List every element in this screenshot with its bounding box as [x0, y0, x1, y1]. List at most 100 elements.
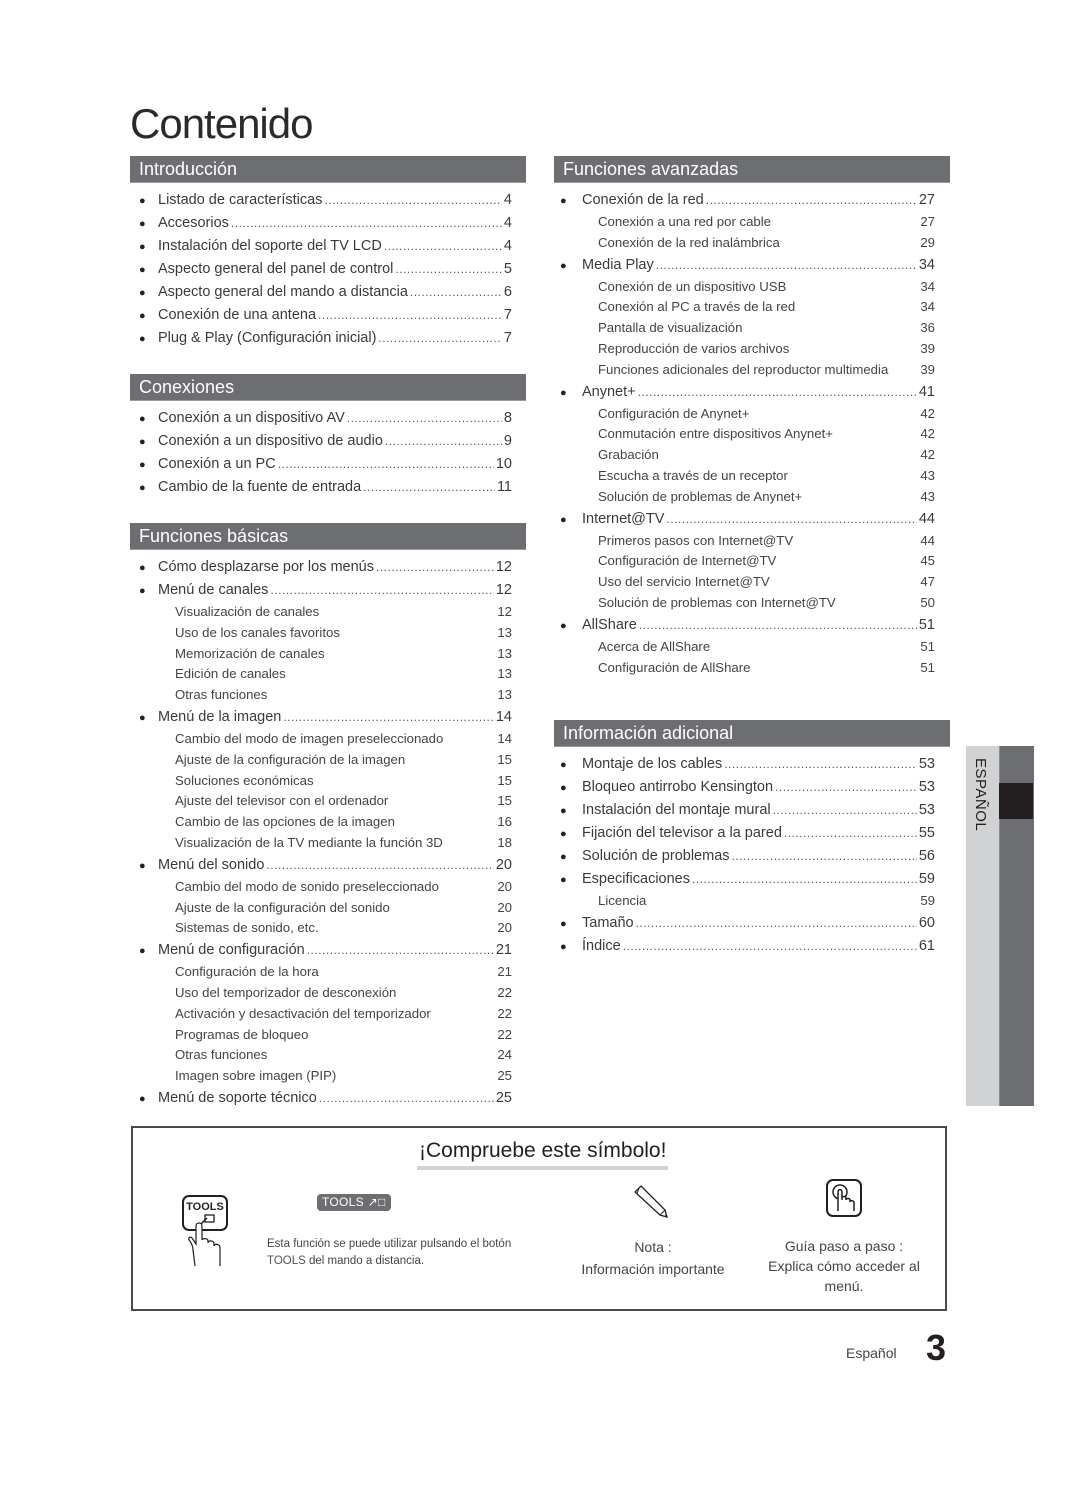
- toc-entry[interactable]: ● Instalación del montaje mural 53: [554, 799, 935, 822]
- toc-entry-label: Accesorios: [158, 215, 229, 231]
- toc-subentry[interactable]: Escucha a través de un receptor 43: [554, 466, 935, 487]
- toc-subentry[interactable]: Solución de problemas de Anynet+ 43: [554, 487, 935, 508]
- toc-subentry-label: Escucha a través de un receptor: [598, 467, 788, 483]
- toc-entry[interactable]: ● AllShare 51: [554, 614, 935, 637]
- toc-entry-label: Conexión a un PC: [158, 456, 276, 472]
- toc-subentry[interactable]: Configuración de la hora 21: [130, 962, 512, 983]
- toc-subentry[interactable]: Otras funciones 24: [130, 1045, 512, 1066]
- toc-entry-page: 25: [495, 1089, 512, 1106]
- toc-entry[interactable]: ● Menú de canales 12: [130, 579, 512, 602]
- bullet-icon: ●: [139, 310, 146, 322]
- toc-subentry[interactable]: Soluciones económicas 15: [130, 771, 512, 792]
- dot-leader: [732, 845, 917, 868]
- toc-subentry[interactable]: Grabación 42: [554, 445, 935, 466]
- toc-entry[interactable]: ● Cambio de la fuente de entrada 11: [130, 476, 512, 499]
- toc-entry[interactable]: ● Plug & Play (Configuración inicial) 7: [130, 327, 512, 350]
- toc-subentry[interactable]: Ajuste de la configuración de la imagen 1…: [130, 750, 512, 771]
- toc-entry[interactable]: ● Aspecto general del panel de control 5: [130, 258, 512, 281]
- toc-subentry[interactable]: Configuración de Anynet+ 42: [554, 404, 935, 425]
- toc-section-funciones-avanzadas: Funciones avanzadas ● Conexión de la red 2…: [554, 156, 950, 678]
- dot-leader: [773, 799, 917, 822]
- toc-subentry[interactable]: Otras funciones 13: [130, 685, 512, 706]
- toc-subentry[interactable]: Conexión de un dispositivo USB 34: [554, 277, 935, 298]
- toc-entry-label: Conexión de una antena: [158, 307, 317, 323]
- toc-entry-label: Fijación del televisor a la pared: [582, 825, 782, 841]
- toc-subentry[interactable]: Cambio del modo de imagen preseleccionad…: [130, 729, 512, 750]
- toc-subentry-label: Otras funciones: [175, 1047, 268, 1063]
- toc-subentry[interactable]: Reproducción de varios archivos 39: [554, 339, 935, 360]
- toc-subentry[interactable]: Ajuste de la configuración del sonido 20: [130, 898, 512, 919]
- toc-subentry[interactable]: Pantalla de visualización 36: [554, 318, 935, 339]
- toc-entry-page: 20: [495, 856, 512, 873]
- toc-subentry-label: Edición de canales: [175, 666, 286, 682]
- toc-subentry[interactable]: Solución de problemas con Internet@TV 50: [554, 593, 935, 614]
- bullet-icon: ●: [560, 782, 567, 794]
- toc-entry[interactable]: ● Listado de características 4: [130, 189, 512, 212]
- dot-leader: [692, 868, 917, 891]
- toc-subentry[interactable]: Primeros pasos con Internet@TV 44: [554, 531, 935, 552]
- toc-entry[interactable]: ● Menú del sonido 20: [130, 854, 512, 877]
- toc-entry[interactable]: ● Conexión a un dispositivo AV 8: [130, 407, 512, 430]
- toc-entry[interactable]: ● Especificaciones 59: [554, 868, 935, 891]
- toc-entry[interactable]: ● Montaje de los cables 53: [554, 753, 935, 776]
- toc-entry[interactable]: ● Conexión de la red 27: [554, 189, 935, 212]
- toc-subentry[interactable]: Cambio del modo de sonido preseleccionad…: [130, 877, 512, 898]
- toc-subentry[interactable]: Conexión de la red inalámbrica 29: [554, 233, 935, 254]
- toc-subentry-label: Licencia: [598, 893, 647, 908]
- toc-subentry-label: Conexión de un dispositivo USB: [598, 278, 787, 294]
- toc-entry-label: Aspecto general del panel de control: [158, 261, 394, 277]
- bullet-icon: ●: [560, 759, 567, 771]
- bullet-icon: ●: [560, 940, 567, 953]
- toc-entry[interactable]: ● Índice 61: [554, 935, 935, 958]
- toc-subentry[interactable]: Uso del servicio Internet@TV 47: [554, 572, 935, 593]
- toc-entry[interactable]: ● Bloqueo antirrobo Kensington 53: [554, 776, 935, 799]
- toc-subentry[interactable]: Uso del temporizador de desconexión 22: [130, 983, 512, 1004]
- toc-entry[interactable]: ● Internet@TV 44: [554, 508, 935, 531]
- toc-entry[interactable]: ● Tamaño 60: [554, 912, 935, 935]
- toc-entry[interactable]: ● Media Play 34: [554, 254, 935, 277]
- dot-leader: [656, 254, 917, 277]
- toc-subentry[interactable]: Acerca de AllShare 51: [554, 637, 935, 658]
- toc-subentry[interactable]: Conexión al PC a través de la red 34: [554, 297, 935, 318]
- toc-subentry-label: Otras funciones: [175, 687, 268, 703]
- toc-subentry[interactable]: Imagen sobre imagen (PIP) 25: [130, 1066, 512, 1087]
- toc-subentry[interactable]: Cambio de las opciones de la imagen 16: [130, 812, 512, 833]
- toc-entry[interactable]: ● Menú de la imagen 14: [130, 706, 512, 729]
- toc-entry[interactable]: ● Fijación del televisor a la pared 55: [554, 822, 935, 845]
- toc-subentry[interactable]: Conexión a una red por cable 27: [554, 212, 935, 233]
- tools-button-hand-icon: TOOLS: [182, 1195, 228, 1267]
- toc-subentry-label: Activación y desactivación del temporiza…: [175, 1005, 431, 1021]
- toc-entry[interactable]: ● Conexión de una antena 7: [130, 304, 512, 327]
- toc-entry[interactable]: ● Instalación del soporte del TV LCD 4: [130, 235, 512, 258]
- toc-entry[interactable]: ● Accesorios 4: [130, 212, 512, 235]
- toc-entry[interactable]: ● Anynet+ 41: [554, 381, 935, 404]
- toc-subentry[interactable]: Configuración de Internet@TV 45: [554, 551, 935, 572]
- toc-entry-label: Plug & Play (Configuración inicial): [158, 330, 377, 346]
- toc-entry-label: Cambio de la fuente de entrada: [158, 479, 362, 495]
- toc-entry[interactable]: ● Menú de configuración 21: [130, 939, 512, 962]
- toc-subentry-page: 13: [497, 645, 512, 661]
- toc-entry[interactable]: ● Conexión a un dispositivo de audio 9: [130, 430, 512, 453]
- toc-subentry[interactable]: Configuración de AllShare 51: [554, 658, 935, 679]
- toc-subentry[interactable]: Visualización de la TV mediante la funci…: [130, 833, 512, 854]
- bullet-icon: ●: [560, 805, 567, 817]
- toc-subentry[interactable]: Memorización de canales 13: [130, 644, 512, 665]
- toc-subentry[interactable]: Uso de los canales favoritos 13: [130, 623, 512, 644]
- toc-entry[interactable]: ● Cómo desplazarse por los menús 12: [130, 556, 512, 579]
- toc-entry-label: Tamaño: [582, 914, 634, 931]
- toc-subentry[interactable]: Programas de bloqueo 22: [130, 1025, 512, 1046]
- toc-subentry[interactable]: Activación y desactivación del temporiza…: [130, 1004, 512, 1025]
- toc-entry[interactable]: ● Conexión a un PC 10: [130, 453, 512, 476]
- toc-subentry[interactable]: Licencia 59: [554, 891, 935, 912]
- toc-subentry[interactable]: Conmutación entre dispositivos Anynet+ 42: [554, 424, 935, 445]
- toc-subentry[interactable]: Edición de canales 13: [130, 664, 512, 685]
- toc-subentry-label: Imagen sobre imagen (PIP): [175, 1068, 337, 1084]
- bullet-icon: ●: [560, 828, 567, 840]
- toc-entry[interactable]: ● Menú de soporte técnico 25: [130, 1087, 512, 1110]
- toc-subentry[interactable]: Funciones adicionales del reproductor mu…: [554, 360, 935, 381]
- toc-entry[interactable]: ● Solución de problemas 56: [554, 845, 935, 868]
- toc-subentry[interactable]: Sistemas de sonido, etc. 20: [130, 918, 512, 939]
- toc-entry[interactable]: ● Aspecto general del mando a distancia 6: [130, 281, 512, 304]
- toc-subentry[interactable]: Visualización de canales 12: [130, 602, 512, 623]
- toc-subentry[interactable]: Ajuste del televisor con el ordenador 15: [130, 791, 512, 812]
